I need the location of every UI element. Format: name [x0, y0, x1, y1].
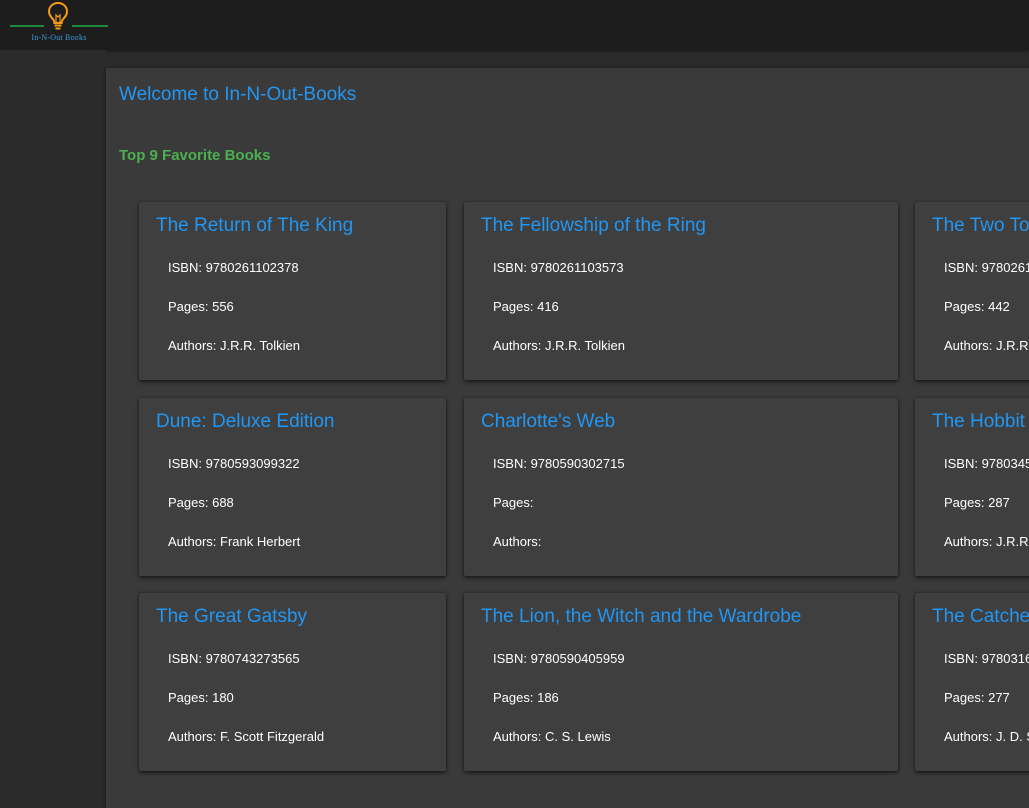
book-title[interactable]: The Great Gatsby [156, 606, 307, 628]
book-isbn: ISBN: 9780593099322 [168, 456, 300, 471]
book-title[interactable]: Charlotte's Web [481, 411, 615, 433]
book-title[interactable]: The Lion, the Witch and the Wardrobe [481, 606, 801, 628]
book-pages: Pages: 277 [944, 690, 1010, 705]
book-authors: Authors: C. S. Lewis [493, 729, 611, 744]
book-card[interactable]: The Great Gatsby ISBN: 9780743273565 Pag… [139, 593, 446, 771]
book-authors: Authors: J.R.R. Tolkien [493, 338, 625, 353]
book-pages: Pages: [493, 495, 534, 510]
book-card[interactable]: Dune: Deluxe Edition ISBN: 9780593099322… [139, 398, 446, 576]
book-pages: Pages: 556 [168, 299, 234, 314]
book-title[interactable]: Dune: Deluxe Edition [156, 411, 335, 433]
logo-line-right [72, 25, 108, 27]
book-authors: Authors: J. D. S [944, 729, 1029, 744]
book-pages: Pages: 186 [493, 690, 559, 705]
main-content: Welcome to In-N-Out-Books Top 9 Favorite… [106, 68, 1029, 808]
top-toolbar: In-N-Out Books [0, 0, 1029, 50]
book-card[interactable]: The Hobbit ISBN: 9780345 Pages: 287 Auth… [915, 398, 1029, 576]
book-authors: Authors: J.R.R. Tolkien [168, 338, 300, 353]
book-card[interactable]: Charlotte's Web ISBN: 9780590302715 Page… [464, 398, 898, 576]
book-title[interactable]: The Fellowship of the Ring [481, 215, 706, 237]
book-isbn: ISBN: 9780590405959 [493, 651, 625, 666]
app-logo[interactable]: In-N-Out Books [8, 0, 110, 46]
book-title[interactable]: The Two To [932, 215, 1029, 237]
book-authors: Authors: J.R.R. [944, 534, 1029, 549]
section-title: Top 9 Favorite Books [119, 147, 271, 164]
book-card[interactable]: The Catche ISBN: 9780316 Pages: 277 Auth… [915, 593, 1029, 771]
book-title[interactable]: The Catche [932, 606, 1029, 628]
book-pages: Pages: 180 [168, 690, 234, 705]
book-isbn: ISBN: 9780261103573 [493, 260, 624, 275]
book-card[interactable]: The Lion, the Witch and the Wardrobe ISB… [464, 593, 898, 771]
book-card[interactable]: The Return of The King ISBN: 97802611023… [139, 202, 446, 380]
lightbulb-icon [47, 1, 69, 30]
logo-text: In-N-Out Books [31, 33, 87, 42]
book-isbn: ISBN: 9780743273565 [168, 651, 300, 666]
book-isbn: ISBN: 9780345 [944, 456, 1029, 471]
book-pages: Pages: 688 [168, 495, 234, 510]
book-pages: Pages: 287 [944, 495, 1010, 510]
book-authors: Authors: [493, 534, 542, 549]
book-title[interactable]: The Hobbit [932, 411, 1025, 433]
logo-line-left [10, 25, 44, 27]
sidebar [0, 50, 106, 789]
book-card[interactable]: The Fellowship of the Ring ISBN: 9780261… [464, 202, 898, 380]
book-authors: Authors: Frank Herbert [168, 534, 301, 549]
book-isbn: ISBN: 9780261102378 [168, 260, 299, 275]
book-pages: Pages: 442 [944, 299, 1010, 314]
book-authors: Authors: J.R.R. [944, 338, 1029, 353]
page-title: Welcome to In-N-Out-Books [119, 84, 357, 105]
book-authors: Authors: F. Scott Fitzgerald [168, 729, 325, 744]
book-isbn: ISBN: 9780590302715 [493, 456, 625, 471]
book-isbn: ISBN: 9780261 [944, 260, 1029, 275]
book-title[interactable]: The Return of The King [156, 215, 353, 237]
book-isbn: ISBN: 9780316 [944, 651, 1029, 666]
book-pages: Pages: 416 [493, 299, 559, 314]
book-card[interactable]: The Two To ISBN: 9780261 Pages: 442 Auth… [915, 202, 1029, 380]
